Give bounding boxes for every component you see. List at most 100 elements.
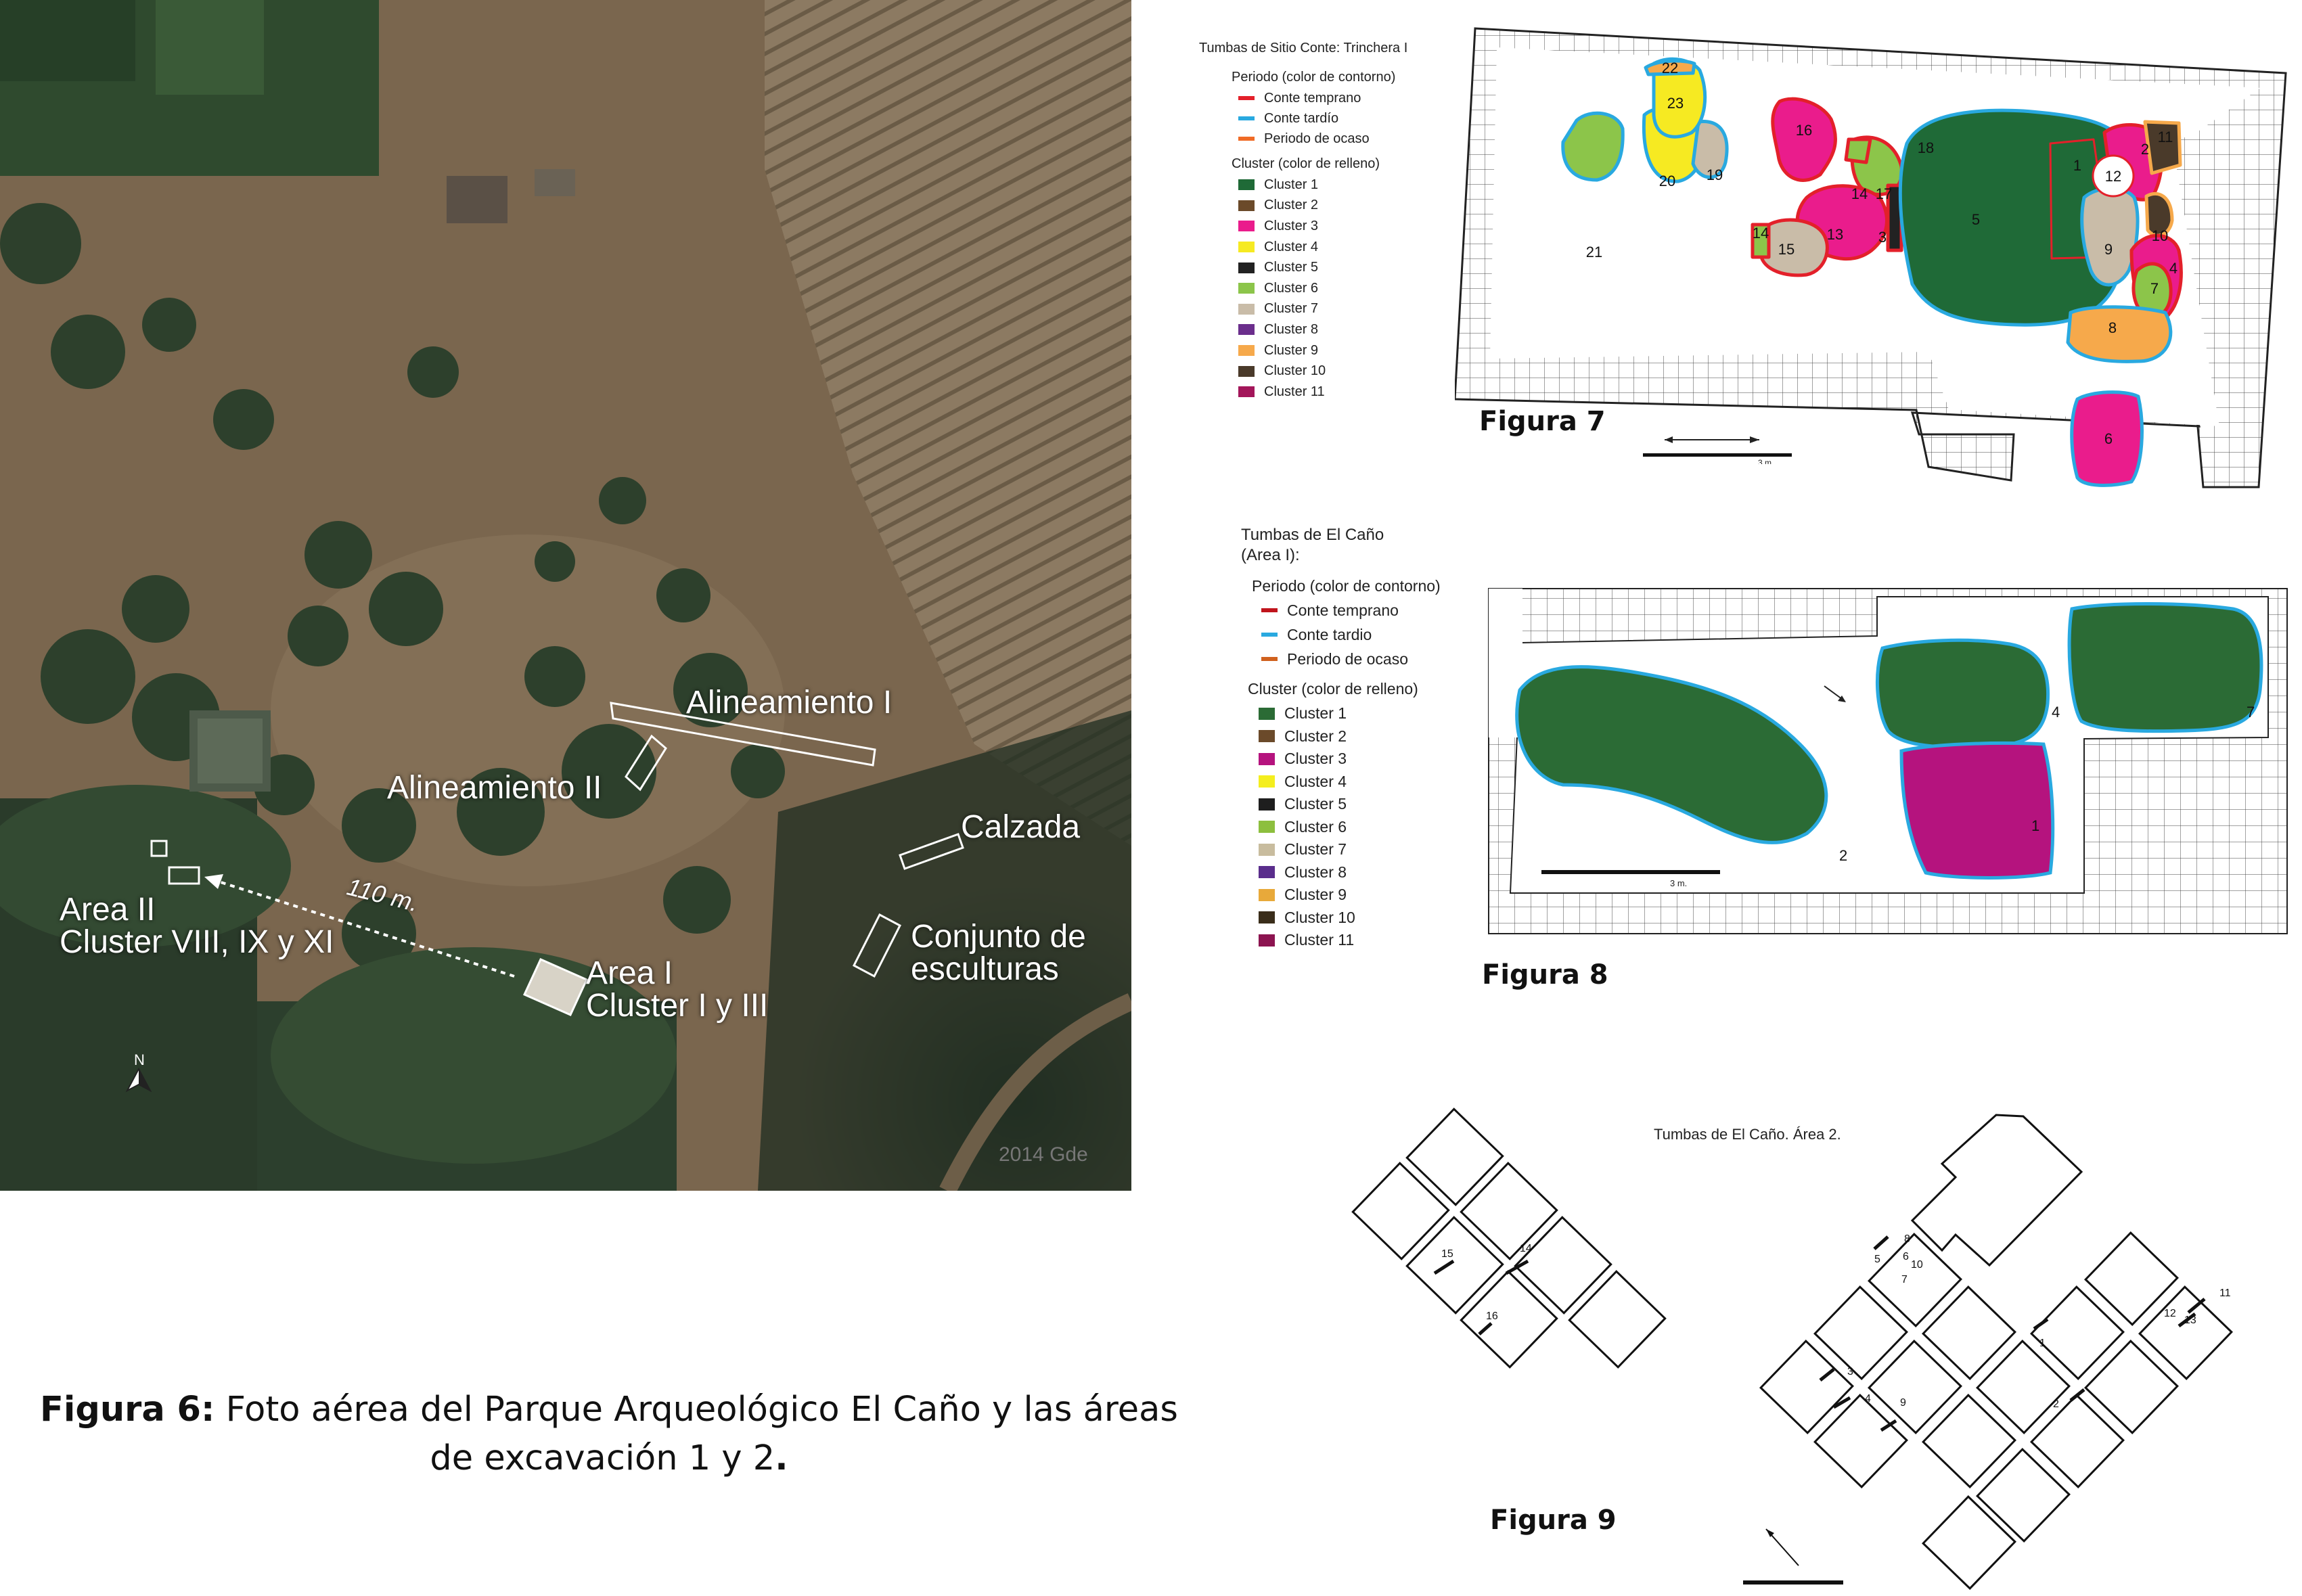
label-area1-line1: Area I — [586, 955, 673, 991]
cluster-swatch — [1259, 707, 1275, 720]
cluster-label: Cluster 9 — [1284, 886, 1347, 904]
figure9-map: 15 14 16 8 5 6 10 7 3 4 9 1 2 12 13 11 — [1351, 1108, 2233, 1590]
tomb-number: 1 — [2031, 817, 2039, 834]
tomb-number: 2 — [2141, 141, 2149, 158]
figure7-scale-label: 3 m. — [1758, 458, 1774, 464]
tomb-number: 12 — [2164, 1308, 2176, 1319]
figure8-period-list: Conte temprano Conte tardio Periodo de oca… — [1261, 598, 1441, 671]
cluster-legend-item: Cluster 2 — [1259, 725, 1441, 748]
figure7-period-header: Periodo (color de contorno) — [1232, 70, 1396, 85]
figure6-caption-end: . — [775, 1438, 788, 1478]
cluster-label: Cluster 10 — [1264, 363, 1326, 379]
cluster-legend-item: Cluster 5 — [1259, 793, 1441, 816]
period-legend-item: Conte tardio — [1261, 622, 1441, 647]
tomb-number: 21 — [1586, 244, 1602, 260]
cluster-swatch — [1238, 200, 1255, 211]
cluster-swatch — [1238, 386, 1255, 398]
cluster-legend-item: Cluster 11 — [1238, 382, 1407, 403]
cluster-label: Cluster 8 — [1264, 321, 1319, 337]
figure8-label: Figura 8 — [1482, 959, 1608, 990]
tomb-number: 15 — [1778, 241, 1795, 258]
label-conjunto-line1: Conjunto de — [911, 919, 1086, 955]
tomb-number: 7 — [2247, 704, 2255, 721]
cluster-label: Cluster 5 — [1284, 795, 1347, 813]
cluster-label: Cluster 1 — [1264, 177, 1319, 192]
cluster-legend-item: Cluster 8 — [1259, 861, 1441, 884]
figure8-title-line2: (Area I): — [1241, 546, 1300, 564]
tomb-number: 6 — [1903, 1251, 1909, 1262]
cluster-swatch — [1259, 888, 1275, 901]
tomb-number: 14 — [1753, 225, 1769, 242]
tomb-number: 4 — [1865, 1393, 1871, 1405]
cluster-legend-item: Cluster 9 — [1259, 884, 1441, 907]
cluster-label: Cluster 7 — [1264, 301, 1319, 317]
tomb-number: 2 — [2053, 1398, 2059, 1410]
figure7-cluster-list: Cluster 1 Cluster 2 Cluster 3 Cluster 4 Clus… — [1238, 175, 1407, 403]
period-swatch — [1238, 116, 1255, 120]
cluster-swatch — [1259, 730, 1275, 743]
tomb-number: 5 — [1874, 1254, 1880, 1265]
cluster-swatch — [1259, 821, 1275, 834]
cluster-swatch — [1238, 345, 1255, 357]
tomb-number: 14 — [1851, 185, 1868, 202]
tomb-number: 7 — [2150, 280, 2159, 297]
cluster-label: Cluster 4 — [1264, 239, 1319, 254]
tomb-number: 2 — [1839, 847, 1847, 864]
tomb-number: 11 — [2219, 1287, 2231, 1299]
cluster-legend-item: Cluster 11 — [1259, 929, 1441, 952]
tomb-number: 15 — [1441, 1248, 1453, 1260]
cluster-swatch — [1259, 752, 1275, 765]
period-legend-item: Conte temprano — [1261, 598, 1441, 622]
tomb-number: 4 — [2169, 260, 2177, 277]
figure7-scale-bar: 3 m. — [1643, 436, 1792, 464]
figure8-title-line1: Tumbas de El Caño — [1241, 526, 1384, 544]
tomb-number: 19 — [1707, 166, 1723, 183]
cluster-legend-item: Cluster 2 — [1238, 196, 1407, 216]
cluster-label: Cluster 2 — [1264, 198, 1319, 213]
tomb-number: 7 — [1901, 1274, 1908, 1285]
tomb-number: 13 — [1827, 226, 1843, 243]
tomb-number: 5 — [1972, 211, 1980, 228]
cluster-swatch — [1238, 283, 1255, 294]
cluster-label: Cluster 3 — [1264, 218, 1319, 233]
tomb-7 — [2067, 602, 2263, 733]
label-calzada: Calzada — [961, 809, 1081, 845]
cluster-legend-item: Cluster 7 — [1238, 299, 1407, 320]
tomb-number: 3 — [1878, 229, 1887, 246]
figure8-cluster-header: Cluster (color de relleno) — [1248, 680, 1418, 698]
tomb-number: 10 — [1911, 1259, 1923, 1271]
period-swatch — [1238, 137, 1255, 141]
figure6-caption-text: Foto aérea del Parque Arqueológico El Ca… — [225, 1390, 1178, 1430]
period-swatch — [1261, 633, 1278, 637]
cluster-legend-item: Cluster 9 — [1238, 340, 1407, 361]
tomb-number: 13 — [2184, 1315, 2196, 1326]
period-swatch — [1261, 657, 1278, 661]
period-swatch — [1238, 96, 1255, 100]
period-legend-item: Periodo de ocaso — [1238, 129, 1407, 149]
figure8-map: 2 1 4 7 3 m. — [1488, 588, 2288, 934]
tomb-14a — [1844, 137, 1872, 164]
figure7-period-list: Conte temprano Conte tardío Periodo de oca… — [1238, 88, 1407, 149]
period-label: Conte temprano — [1287, 601, 1399, 619]
label-alineamiento-2: Alineamiento II — [387, 770, 602, 806]
cluster-label: Cluster 4 — [1284, 772, 1347, 790]
cluster-legend-item: Cluster 4 — [1238, 237, 1407, 258]
tomb-8 — [2066, 305, 2173, 363]
period-label: Periodo de ocaso — [1287, 649, 1409, 668]
tomb-number: 16 — [1796, 122, 1812, 139]
cluster-legend-item: Cluster 7 — [1259, 838, 1441, 861]
cluster-label: Cluster 10 — [1284, 908, 1355, 926]
cluster-label: Cluster 3 — [1284, 750, 1347, 768]
cluster-swatch — [1238, 262, 1255, 273]
label-area2-line1: Area II — [60, 892, 156, 928]
aerial-photo: Alineamiento I Alineamiento II Calzada C… — [0, 0, 1131, 1191]
period-legend-item: Periodo de ocaso — [1261, 647, 1441, 671]
cluster-legend-item: Cluster 1 — [1238, 175, 1407, 196]
tomb-number: 16 — [1486, 1310, 1498, 1322]
cluster-swatch — [1238, 221, 1255, 232]
label-area1-line2: Cluster I y III — [586, 988, 769, 1024]
figure7-label: Figura 7 — [1479, 406, 1606, 437]
cluster-swatch — [1259, 798, 1275, 811]
cluster-swatch — [1238, 179, 1255, 191]
cluster-legend-item: Cluster 5 — [1238, 257, 1407, 278]
